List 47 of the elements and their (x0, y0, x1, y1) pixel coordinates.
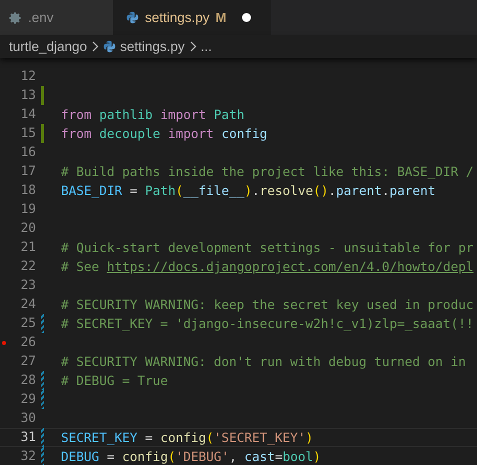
line-number: 30 (20, 411, 36, 426)
code-line: # DEBUG = True (61, 373, 168, 388)
line-number: 18 (20, 183, 36, 198)
line-number: 13 (20, 88, 36, 103)
code-line: # Quick-start development settings - unsuitable for pr (61, 240, 474, 255)
breadcrumb-item[interactable]: turtle_django (9, 39, 88, 54)
line-number: 14 (20, 107, 36, 122)
unsaved-dot[interactable] (242, 13, 252, 22)
breadcrumb-item[interactable]: ... (200, 39, 212, 54)
line-number: 21 (20, 240, 36, 255)
line-number: 12 (20, 69, 36, 84)
code-line: from pathlib import Path (61, 107, 244, 122)
python-icon (126, 11, 139, 24)
editor-tab[interactable]: .env (0, 0, 113, 35)
line-number: 29 (20, 392, 36, 407)
line-number: 31 (20, 430, 36, 445)
line-number: 20 (20, 221, 36, 236)
code-line: # SECURITY WARNING: keep the secret key used in produc (61, 297, 474, 312)
line-number: 16 (20, 145, 36, 160)
chevron-icon (188, 41, 197, 52)
tab-label: settings.py (145, 10, 210, 25)
modified-status-letter: M (216, 10, 226, 25)
code-line: DEBUG = config('DEBUG', cast=bool) (61, 449, 321, 464)
code-line: # SECURITY WARNING: don't run with debug turned on in (61, 354, 466, 369)
code-line: # See https://docs.djangoproject.com/en/4.0/howto/depl (61, 259, 474, 274)
breadcrumb-item[interactable]: settings.py (120, 39, 185, 54)
code-line: BASE_DIR = Path(__file__).resolve().parent.parent (61, 183, 436, 198)
line-number: 19 (20, 202, 36, 217)
line-number: 15 (20, 126, 36, 141)
code-line: from decouple import config (61, 126, 268, 141)
line-number: 32 (20, 449, 36, 464)
line-number: 27 (20, 354, 36, 369)
line-number: 22 (20, 259, 36, 274)
gear-icon (8, 10, 22, 24)
line-number: 24 (20, 297, 36, 312)
editor-tab[interactable]: settings.py M (113, 0, 272, 35)
code-line: SECRET_KEY = config('SECRET_KEY') (61, 430, 314, 445)
line-number: 26 (20, 335, 36, 350)
line-number: 17 (20, 164, 36, 179)
code-line: # Build paths inside the project like this: BASE_DIR / (61, 164, 474, 179)
line-number: 23 (20, 278, 36, 293)
tab-label: .env (28, 10, 54, 25)
code-line: # SECRET_KEY = 'django-insecure-w2h!c_v1)zlp=_saaat(!! (61, 316, 474, 331)
line-number: 25 (20, 316, 36, 331)
chevron-icon (91, 41, 100, 52)
line-number: 28 (20, 373, 36, 388)
python-icon (103, 40, 116, 53)
